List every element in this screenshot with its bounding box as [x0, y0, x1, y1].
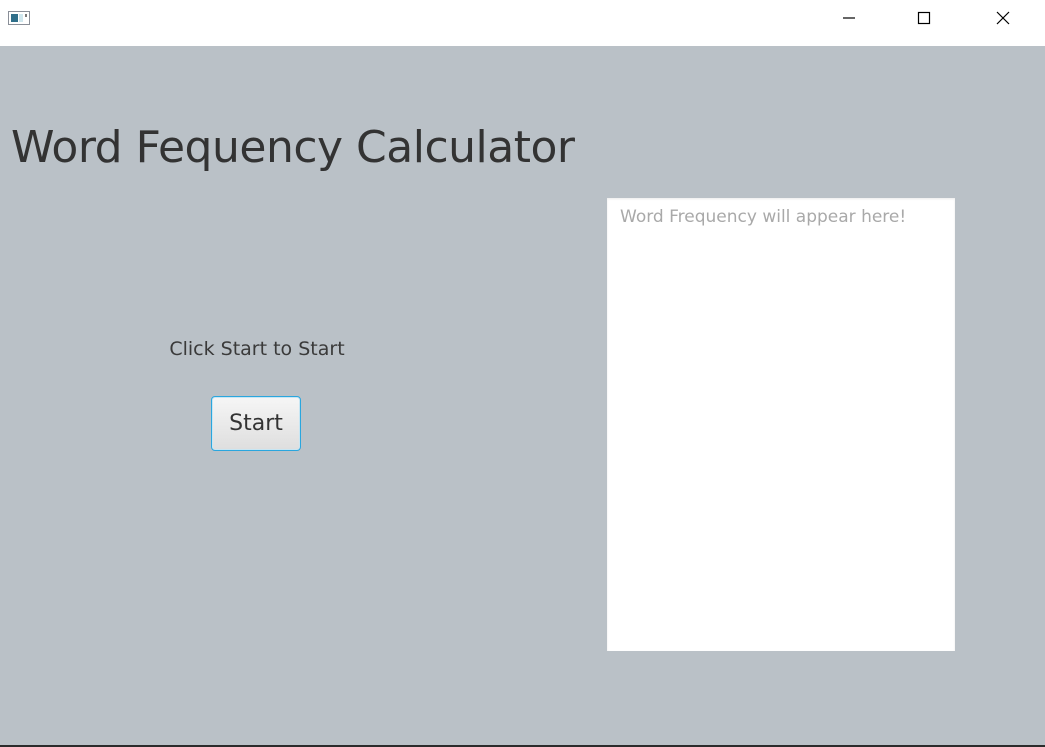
app-window: Word Fequency Calculator Click Start to …	[0, 0, 1045, 747]
start-button[interactable]: Start	[211, 396, 301, 451]
close-icon	[996, 11, 1010, 25]
maximize-icon	[917, 11, 931, 25]
maximize-button[interactable]	[901, 0, 947, 36]
minimize-button[interactable]	[826, 0, 872, 36]
page-title: Word Fequency Calculator	[11, 122, 575, 173]
app-window-icon	[8, 11, 30, 25]
word-frequency-output[interactable]	[607, 198, 955, 651]
close-button[interactable]	[980, 0, 1026, 36]
status-label: Click Start to Start	[169, 338, 345, 360]
title-bar[interactable]	[0, 0, 1045, 46]
minimize-icon	[843, 17, 855, 19]
